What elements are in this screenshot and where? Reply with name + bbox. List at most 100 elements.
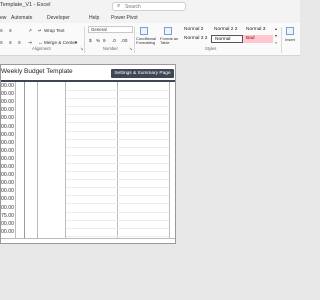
grid-line	[66, 154, 169, 156]
row-amount[interactable]: 00.00	[1, 83, 14, 89]
orientation-icon[interactable]: ↗	[28, 28, 32, 34]
divider	[281, 27, 282, 53]
row-amount[interactable]: 00.00	[1, 180, 14, 186]
row-amount[interactable]: 00.00	[1, 148, 14, 154]
grid-line	[66, 219, 169, 221]
conditional-formatting-button[interactable]: Conditional Formatting	[136, 36, 160, 46]
merge-dropdown-icon[interactable]: ▾	[75, 40, 77, 46]
comma-style-icon[interactable]: 9	[103, 38, 106, 43]
divider	[134, 27, 135, 53]
row-amount[interactable]: 00.00	[1, 205, 14, 211]
grid-line	[66, 235, 169, 237]
table-bottom-border	[1, 238, 175, 239]
row-amount[interactable]: 00.00	[1, 164, 14, 170]
ribbon: ≡ ≡ ≡ ≡ ≡ ↗ ⇥ ↵ Wrap Text ↔ Merge & Cent…	[0, 23, 300, 56]
alignment-launcher-icon[interactable]: ↘	[80, 46, 83, 51]
settings-summary-button[interactable]: Settings & Summary Page	[111, 69, 174, 78]
sheet-title: Weekly Budget Template	[1, 68, 73, 75]
column-divider	[24, 82, 25, 238]
merge-center-button[interactable]: Merge & Center	[44, 40, 76, 45]
tab-automate[interactable]: Automate	[11, 15, 32, 21]
search-placeholder: Search	[125, 4, 141, 10]
row-amount[interactable]: 00.00	[1, 221, 14, 227]
column-divider	[37, 82, 38, 238]
tab-help[interactable]: Help	[89, 15, 99, 21]
row-amount[interactable]: 00.00	[1, 124, 14, 130]
format-as-table-icon	[164, 27, 172, 35]
worksheet-background-bottom	[0, 244, 300, 300]
number-group-label: Number	[103, 46, 118, 51]
column-divider	[15, 82, 16, 238]
grid-line	[66, 187, 169, 189]
currency-icon[interactable]: $	[89, 38, 92, 43]
merge-icon: ↔	[38, 40, 43, 45]
grid-line	[66, 130, 169, 132]
increase-decimal-icon[interactable]: .0	[112, 38, 116, 43]
row-amount[interactable]: 00.00	[1, 132, 14, 138]
align-left-icon[interactable]: ≡	[0, 40, 3, 46]
row-amount[interactable]: 00.00	[1, 115, 14, 121]
grid-line	[66, 122, 169, 124]
divider	[84, 27, 85, 53]
tab-view[interactable]: ew	[0, 15, 6, 21]
row-amount[interactable]: 00.00	[1, 140, 14, 146]
grid-line	[66, 146, 169, 148]
wrap-text-button[interactable]: Wrap Text	[44, 28, 65, 33]
style-normal-3[interactable]: Normal 3	[243, 26, 273, 34]
styles-more-icon[interactable]: ▿	[275, 40, 277, 45]
grid-line	[66, 171, 169, 172]
align-center-icon[interactable]: ≡	[9, 40, 12, 46]
row-amount[interactable]: 00.00	[1, 91, 14, 97]
grid-line	[66, 114, 169, 116]
align-top-icon[interactable]: ≡	[0, 28, 3, 34]
column-divider	[169, 82, 170, 238]
insert-cells-icon	[286, 27, 294, 35]
style-normal-2-2[interactable]: Normal 2 2	[211, 26, 243, 34]
alignment-group-label: Alignment	[32, 46, 51, 51]
style-normal[interactable]: Normal	[211, 35, 243, 43]
row-amount[interactable]: 00.00	[1, 172, 14, 178]
grid-line	[66, 211, 169, 213]
grid-line	[66, 162, 169, 164]
row-amount[interactable]: 00.00	[1, 196, 14, 202]
number-format-select[interactable]: General	[88, 26, 133, 33]
grid-line	[66, 227, 169, 229]
style-bad[interactable]: Bad	[243, 35, 273, 43]
styles-scroll-down-icon[interactable]: ▾	[275, 33, 277, 38]
grid-line	[66, 179, 169, 181]
decrease-decimal-icon[interactable]: .00	[121, 38, 127, 43]
tab-power-pivot[interactable]: Power Pivot	[111, 15, 138, 21]
percent-icon[interactable]: %	[96, 38, 100, 43]
number-format-value: General	[91, 27, 107, 32]
insert-button[interactable]: Insert	[285, 37, 295, 42]
header-band	[1, 80, 175, 82]
ribbon-tab-bar: ew Automate Developer Help Power Pivot	[0, 14, 300, 23]
grid-line	[66, 138, 169, 140]
worksheet[interactable]: Weekly Budget Template Settings & Summar…	[0, 64, 176, 244]
grid-line	[66, 90, 169, 91]
style-normal-2[interactable]: Normal 2	[181, 26, 211, 34]
row-amount[interactable]: 00.00	[1, 107, 14, 113]
search-input[interactable]: ⌕ Search	[112, 2, 186, 11]
row-amount[interactable]: 00.00	[1, 188, 14, 194]
row-amount[interactable]: 75.00	[1, 213, 14, 219]
styles-group-label: Styles	[205, 46, 217, 51]
conditional-formatting-icon	[140, 27, 148, 35]
grid-line	[66, 98, 169, 100]
tab-developer[interactable]: Developer	[47, 15, 70, 21]
row-amount[interactable]: 00.00	[1, 229, 14, 235]
window-title: Template_V1 - Excel	[0, 2, 51, 8]
search-icon: ⌕	[117, 3, 121, 9]
row-amount[interactable]: 00.00	[1, 156, 14, 162]
wrap-text-icon: ↵	[38, 28, 42, 33]
align-right-icon[interactable]: ≡	[18, 40, 21, 46]
style-normal-3-2[interactable]: Normal 3 2	[181, 35, 211, 43]
grid-line	[66, 203, 169, 205]
grid-line	[66, 195, 169, 197]
grid-line	[66, 106, 169, 108]
align-middle-icon[interactable]: ≡	[9, 28, 12, 34]
row-amount[interactable]: 00.00	[1, 99, 14, 105]
format-as-table-button[interactable]: Format as Table	[160, 36, 180, 46]
number-launcher-icon[interactable]: ↘	[129, 46, 132, 51]
styles-scroll-up-icon[interactable]: ▴	[275, 26, 277, 31]
